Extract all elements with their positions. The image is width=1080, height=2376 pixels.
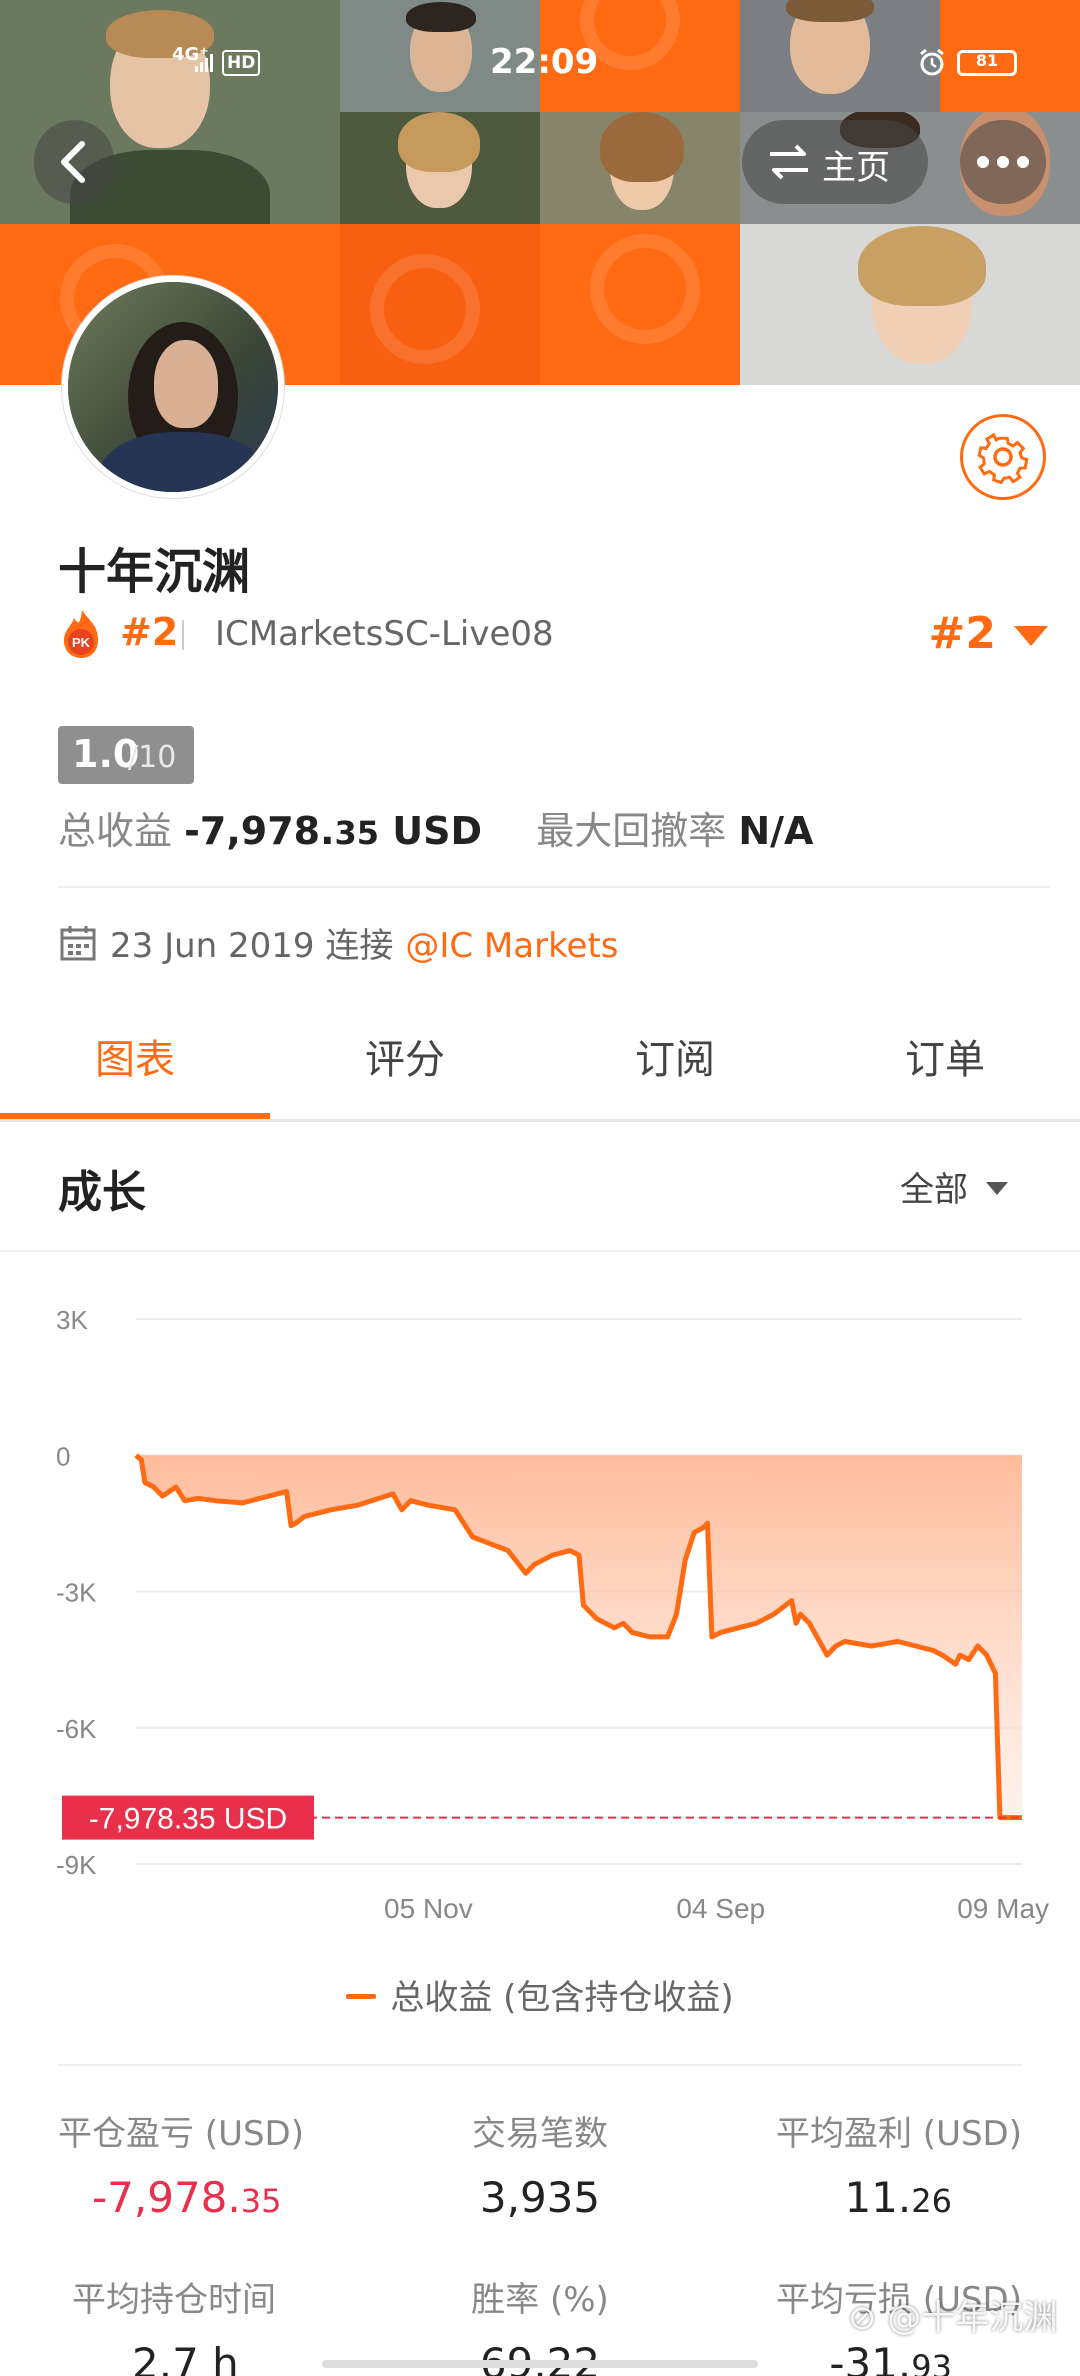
connect-date: 23 Jun 2019 — [110, 926, 315, 966]
stat-value: 3,935 — [479, 2173, 601, 2222]
x-tick-label: 04 Sep — [676, 1893, 765, 1924]
stat-value: 2.7 h — [132, 2339, 239, 2376]
stat-label: 平均盈利 (USD) — [776, 2114, 1022, 2154]
cover-photo — [540, 112, 740, 224]
home-button[interactable]: 主页 — [742, 120, 928, 204]
stat-label: 平仓盈亏 (USD) — [58, 2114, 304, 2154]
tab-orders[interactable]: 订单 — [810, 1002, 1080, 1119]
back-button[interactable] — [34, 120, 114, 204]
score-badge: 1.0 /10 — [58, 726, 194, 784]
caret-down-icon — [986, 1182, 1008, 1195]
hd-badge: HD — [222, 50, 261, 76]
stat-label: 胜率 (%) — [471, 2280, 609, 2320]
calendar-icon — [60, 926, 96, 961]
range-dropdown[interactable]: 全部 — [900, 1162, 1008, 1211]
last-value-label: -7,978.35 USD — [89, 1803, 287, 1836]
rank-dropdown-value: #2 — [928, 608, 996, 659]
stat-label: 平均持仓时间 — [72, 2280, 276, 2320]
stat-closed-pl: 平仓盈亏 (USD) -7,978.35 — [58, 2106, 398, 2222]
stat-value: -31.93 — [829, 2339, 952, 2376]
more-dots-icon — [977, 156, 1029, 168]
username: 十年沉渊 — [58, 544, 251, 600]
tab-chart[interactable]: 图表 — [0, 1002, 270, 1119]
y-tick-label: 3K — [56, 1305, 88, 1335]
home-indicator — [322, 2360, 758, 2368]
y-tick-label: 0 — [56, 1441, 70, 1471]
watermark: ⊘ @十年沉渊 — [848, 2298, 1058, 2338]
home-label: 主页 — [822, 148, 890, 188]
rank-row: PK #2 ICMarketsSC-Live08 #2 — [58, 606, 1048, 662]
chart-legend: 总收益 (包含持仓收益) — [0, 1970, 1080, 2019]
divider — [58, 886, 1050, 888]
legend-label: 总收益 (包含持仓收益) — [390, 1978, 734, 2018]
connect-label: 连接 — [325, 926, 394, 966]
switch-icon — [770, 144, 808, 180]
divider — [58, 2064, 1022, 2066]
range-value: 全部 — [900, 1170, 968, 1210]
settings-button[interactable] — [960, 414, 1046, 500]
total-profit-label: 总收益 — [58, 809, 173, 853]
avatar[interactable] — [62, 276, 284, 498]
growth-chart: 3K 0 -3K -6K -9K 05 Nov 04 Sep 09 May -7,978.35 … — [56, 1305, 1049, 1924]
server-name: ICMarketsSC-Live08 — [215, 614, 554, 654]
broker-link[interactable]: @IC Markets — [405, 926, 618, 966]
cover-tile — [340, 224, 540, 385]
status-bar: 4G⁺ HD 22:09 81 — [0, 38, 1080, 88]
y-tick-label: -3K — [56, 1578, 97, 1608]
connect-info: 23 Jun 2019 连接 @IC Markets — [58, 918, 619, 967]
pk-label: PK — [72, 635, 91, 650]
back-arrow-icon — [61, 141, 85, 183]
alarm-icon — [920, 48, 944, 76]
tab-rating[interactable]: 评分 — [270, 1002, 540, 1119]
rank-dropdown[interactable]: #2 — [888, 606, 1048, 662]
pk-flame-icon: PK — [64, 610, 98, 658]
profit-summary: 总收益 -7,978.35 USD 最大回撤率 N/A — [58, 800, 813, 855]
legend-swatch — [346, 1994, 377, 1999]
cover-photo — [340, 112, 540, 224]
stat-value: 11.26 — [844, 2173, 952, 2222]
cover-tile — [540, 224, 740, 385]
drawdown-value: N/A — [738, 809, 814, 853]
x-tick-label: 09 May — [957, 1893, 1049, 1924]
signal-icon — [195, 54, 213, 72]
growth-title: 成长 — [58, 1167, 146, 1218]
stat-value: -7,978.35 — [92, 2173, 282, 2222]
drawdown-label: 最大回撤率 — [536, 809, 727, 853]
y-tick-label: -9K — [56, 1850, 97, 1880]
rank-number: #2 — [120, 610, 179, 654]
tab-indicator — [0, 1113, 270, 1119]
separator — [182, 620, 184, 650]
y-tick-label: -6K — [56, 1714, 97, 1744]
tab-bar: 图表 评分 订阅 订单 — [0, 1002, 1080, 1122]
x-tick-label: 05 Nov — [384, 1893, 473, 1924]
clock: 22:09 — [490, 42, 599, 82]
stat-trades: 交易笔数 3,935 — [370, 2106, 710, 2222]
battery-level: 81 — [975, 51, 999, 70]
cover-photo — [740, 224, 1080, 385]
score-max: /10 — [128, 740, 177, 775]
stat-avg-profit: 平均盈利 (USD) 11.26 — [682, 2106, 1022, 2222]
stat-value: 69.22 — [479, 2339, 601, 2376]
caret-down-icon — [1014, 626, 1048, 646]
battery-icon: 81 — [957, 50, 1017, 76]
gear-icon — [977, 432, 1029, 485]
total-profit-value: -7,978.35 USD — [184, 809, 483, 853]
series-area — [136, 1455, 1022, 1818]
tab-subscribe[interactable]: 订阅 — [540, 1002, 810, 1119]
more-button[interactable] — [960, 120, 1046, 204]
stat-label: 交易笔数 — [472, 2114, 608, 2154]
